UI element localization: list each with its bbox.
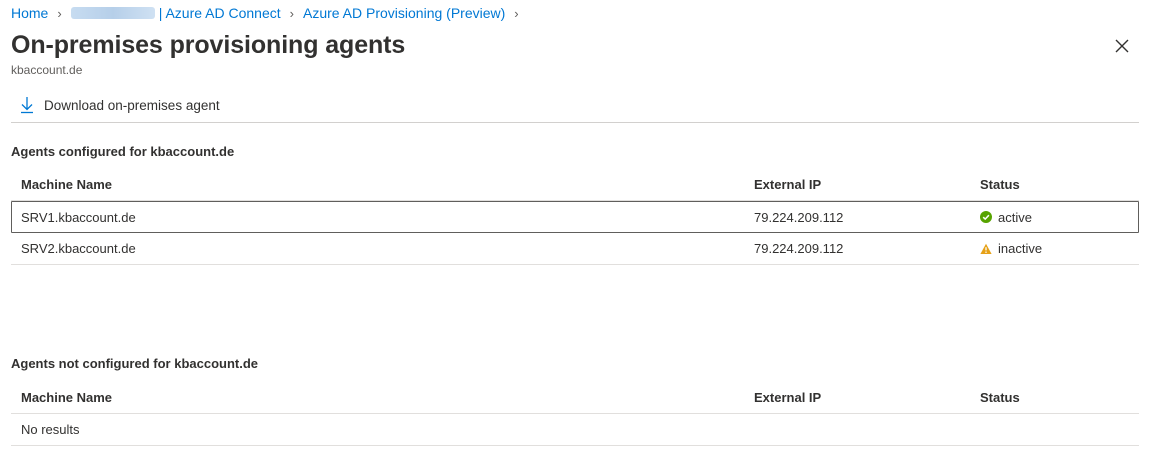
column-header-external-ip[interactable]: External IP: [754, 169, 821, 200]
column-header-machine-name[interactable]: Machine Name: [21, 382, 112, 413]
machine-name-cell: SRV2.kbaccount.de: [21, 241, 136, 256]
download-agent-label: Download on-premises agent: [44, 97, 220, 113]
not-configured-agents-grid: Machine Name External IP Status No resul…: [11, 382, 1139, 446]
column-header-status[interactable]: Status: [980, 169, 1020, 200]
grid-header-row: Machine Name External IP Status: [11, 169, 1139, 201]
breadcrumb-azure-ad-connect[interactable]: | Azure AD Connect: [159, 5, 281, 21]
empty-row: No results: [11, 414, 1139, 446]
column-header-machine-name[interactable]: Machine Name: [21, 169, 112, 200]
external-ip-cell: 79.224.209.112: [754, 241, 844, 256]
column-header-external-ip[interactable]: External IP: [754, 382, 821, 413]
external-ip-cell: 79.224.209.112: [754, 209, 844, 225]
page-subtitle: kbaccount.de: [11, 63, 83, 77]
chevron-right-icon: ›: [289, 5, 294, 21]
configured-agents-title: Agents configured for kbaccount.de: [11, 144, 235, 159]
grid-header-row: Machine Name External IP Status: [11, 382, 1139, 414]
table-row[interactable]: SRV2.kbaccount.de 79.224.209.112 inactiv…: [11, 233, 1139, 265]
breadcrumb-azure-ad-provisioning[interactable]: Azure AD Provisioning (Preview): [303, 5, 505, 21]
status-label: inactive: [998, 241, 1043, 256]
redacted-tenant-name: [70, 7, 155, 19]
toolbar-divider: [11, 122, 1139, 123]
no-results-text: No results: [21, 422, 80, 437]
status-label: active: [998, 209, 1032, 225]
chevron-right-icon: ›: [514, 5, 519, 21]
status-cell: active: [980, 202, 1032, 232]
warning-icon: [980, 243, 992, 254]
close-button[interactable]: [1113, 37, 1131, 55]
breadcrumb: Home › | Azure AD Connect › Azure AD Pro…: [11, 5, 528, 21]
download-agent-button[interactable]: Download on-premises agent: [19, 96, 220, 114]
status-cell: inactive: [980, 233, 1042, 264]
not-configured-agents-title: Agents not configured for kbaccount.de: [11, 356, 259, 371]
table-row[interactable]: SRV1.kbaccount.de 79.224.209.112 active: [11, 201, 1139, 233]
breadcrumb-home[interactable]: Home: [11, 5, 48, 21]
close-icon: [1115, 39, 1129, 53]
machine-name-cell: SRV1.kbaccount.de: [21, 209, 136, 225]
download-icon: [21, 97, 33, 114]
provisioning-agents-blade: Home › | Azure AD Connect › Azure AD Pro…: [0, 0, 1150, 458]
configured-agents-grid: Machine Name External IP Status SRV1.kba…: [11, 169, 1139, 265]
page-title: On-premises provisioning agents: [11, 31, 406, 59]
chevron-right-icon: ›: [57, 5, 62, 21]
column-header-status[interactable]: Status: [980, 382, 1020, 413]
check-circle-icon: [980, 211, 992, 223]
